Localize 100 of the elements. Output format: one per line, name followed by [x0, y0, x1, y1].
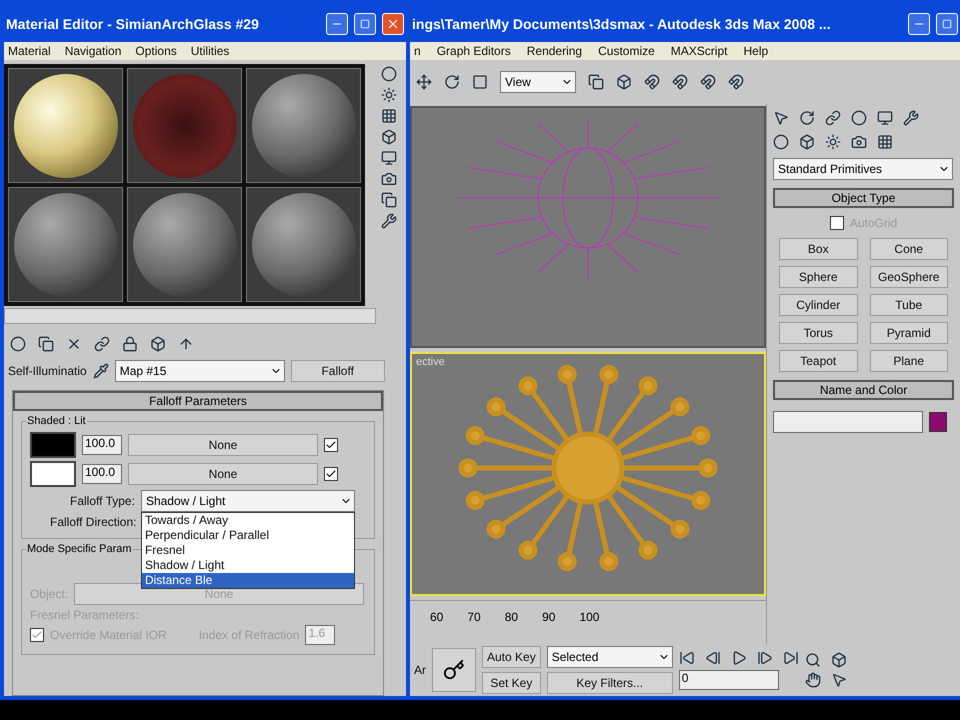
map-slot-label: Self-Illuminatio — [8, 364, 87, 378]
settings-icon[interactable] — [381, 213, 397, 229]
search-icon[interactable] — [804, 652, 821, 668]
snap-icon[interactable] — [672, 74, 688, 90]
frame-field[interactable]: 0 — [678, 670, 779, 690]
light-icon[interactable] — [825, 134, 841, 150]
rotate-icon[interactable] — [444, 74, 460, 90]
menu-item[interactable]: Navigation — [64, 44, 122, 58]
menu-item[interactable]: Material — [8, 44, 51, 58]
primitive-button[interactable]: Torus — [779, 322, 858, 344]
camera-icon[interactable] — [851, 134, 867, 150]
category-dropdown[interactable]: Standard Primitives — [773, 158, 953, 180]
sample-slot[interactable] — [246, 187, 361, 302]
skip-forward-icon[interactable] — [782, 650, 799, 666]
monitor-icon[interactable] — [877, 110, 893, 126]
checkmark-icon — [31, 629, 43, 641]
move-icon[interactable] — [416, 74, 432, 90]
menu-item[interactable]: Graph Editors — [436, 44, 511, 58]
sample-slot[interactable] — [8, 68, 123, 183]
primitive-button[interactable]: Plane — [870, 350, 948, 372]
camera-icon[interactable] — [381, 171, 397, 187]
light-icon[interactable] — [381, 87, 397, 103]
pointer-icon[interactable] — [830, 672, 847, 688]
copy-icon[interactable] — [588, 74, 604, 90]
checkbox[interactable] — [324, 467, 338, 481]
checkbox[interactable] — [324, 438, 338, 452]
checkbox[interactable] — [30, 628, 44, 642]
rollout-header[interactable]: Falloff Parameters — [13, 391, 383, 411]
close-button[interactable] — [382, 13, 404, 35]
primitive-button[interactable]: GeoSphere — [870, 266, 948, 288]
snap-icon[interactable] — [700, 74, 716, 90]
primitive-button[interactable]: Tube — [870, 294, 948, 316]
group-title: Mode Specific Param — [26, 543, 133, 555]
map-name-field[interactable]: Map #15 — [114, 360, 285, 382]
box-icon[interactable] — [381, 129, 397, 145]
color-swatch[interactable] — [30, 432, 76, 458]
primitive-button[interactable]: Teapot — [779, 350, 858, 372]
primitive-button[interactable]: Sphere — [779, 266, 858, 288]
eyedropper-icon[interactable] — [92, 363, 109, 379]
primitive-button[interactable]: Cone — [870, 238, 948, 260]
menu-item[interactable]: MAXScript — [670, 44, 728, 58]
falloff-type-dropdown[interactable]: Shadow / Light — [140, 490, 355, 512]
amount-spinner[interactable]: 100.0 — [82, 464, 122, 484]
box-icon[interactable] — [150, 336, 166, 352]
falloff-type-label: Falloff Type: — [70, 494, 135, 508]
object-name-field[interactable] — [773, 411, 923, 433]
minimize-button[interactable] — [908, 13, 930, 35]
snap-icon[interactable] — [644, 74, 660, 90]
box-icon[interactable] — [616, 74, 632, 90]
pointer-icon[interactable] — [773, 110, 789, 126]
menu-item[interactable]: n — [414, 44, 421, 58]
map-button[interactable]: None — [128, 463, 318, 485]
color-swatch[interactable] — [30, 461, 76, 487]
primitive-button[interactable]: Cylinder — [779, 294, 858, 316]
object-color-swatch[interactable] — [929, 412, 947, 432]
auto-key-button[interactable]: Auto Key — [482, 646, 541, 668]
dropdown-option[interactable]: Distance Ble — [142, 573, 354, 588]
copy-icon[interactable] — [381, 192, 397, 208]
horizontal-scrollbar[interactable] — [4, 308, 376, 324]
set-key-button[interactable] — [432, 648, 476, 692]
link-icon[interactable] — [94, 336, 110, 352]
primitive-button[interactable]: Pyramid — [870, 322, 948, 344]
map-button[interactable]: None — [128, 434, 318, 456]
copy-icon[interactable] — [38, 336, 54, 352]
box-icon[interactable] — [830, 652, 847, 668]
set-key-mode-button[interactable]: Set Key — [482, 672, 541, 694]
tab-fragment[interactable]: Ar — [414, 663, 426, 677]
coordinate-dropdown[interactable]: View — [500, 71, 576, 93]
play-icon[interactable] — [730, 650, 747, 666]
sample-slot[interactable] — [8, 187, 123, 302]
primitive-button[interactable]: Box — [779, 238, 858, 260]
checkmark-icon — [325, 468, 337, 480]
checkbox[interactable] — [830, 216, 844, 230]
up-arrow-icon[interactable] — [178, 336, 194, 352]
menu-item[interactable]: Rendering — [526, 44, 582, 58]
maximize-button[interactable] — [936, 13, 958, 35]
key-filters-button[interactable]: Key Filters... — [546, 672, 673, 694]
selection-dropdown[interactable]: Selected — [546, 646, 673, 668]
step-forward-icon[interactable] — [756, 650, 773, 666]
checkmark-icon — [325, 439, 337, 451]
maximize-icon — [360, 19, 370, 29]
checker-icon[interactable] — [381, 108, 397, 124]
minimize-button[interactable] — [326, 13, 348, 35]
rollout-header[interactable]: Object Type — [773, 188, 954, 208]
rollout-header[interactable]: Name and Color — [773, 380, 954, 400]
sample-slot[interactable] — [127, 187, 242, 302]
menu-item[interactable]: Customize — [598, 44, 655, 58]
snap-icon[interactable] — [728, 74, 744, 90]
lock-icon[interactable] — [122, 336, 138, 352]
sample-slot[interactable] — [246, 68, 361, 183]
amount-spinner[interactable]: 100.0 — [82, 435, 122, 455]
step-back-icon[interactable] — [704, 650, 721, 666]
menu-item[interactable]: Utilities — [190, 44, 230, 58]
maximize-button[interactable] — [354, 13, 376, 35]
menu-item[interactable]: Help — [743, 44, 768, 58]
skip-back-icon[interactable] — [678, 650, 695, 666]
monitor-icon[interactable] — [381, 150, 397, 166]
map-type-button[interactable]: Falloff — [290, 360, 385, 382]
hand-icon[interactable] — [804, 672, 821, 688]
menu-item[interactable]: Options — [135, 44, 177, 58]
